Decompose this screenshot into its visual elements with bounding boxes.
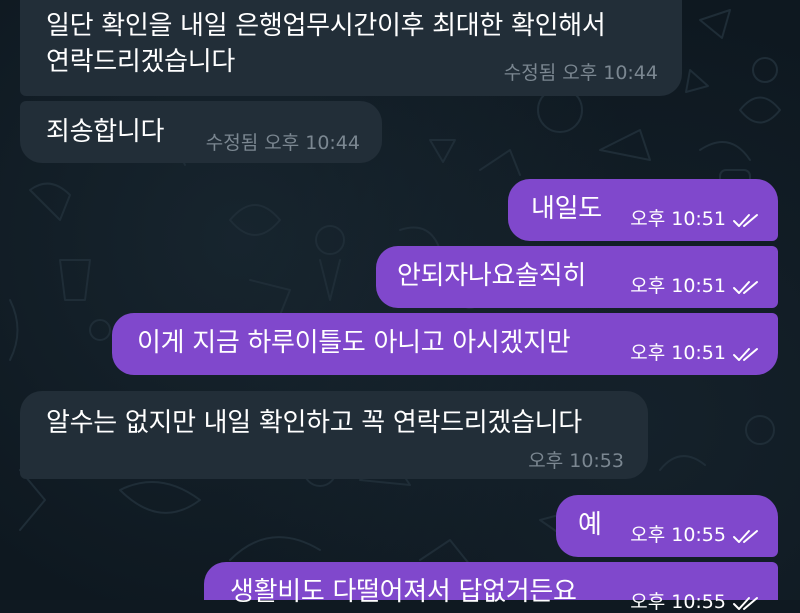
double-check-icon	[733, 280, 758, 294]
message-bubble-incoming[interactable]: 알수는 없지만 내일 확인하고 꼭 연락드리겠습니다 오후 10:53	[20, 391, 648, 479]
message-text: 연락드리겠습니다	[46, 47, 235, 77]
message-time: 오후 10:44	[562, 62, 658, 84]
message-bubble-outgoing[interactable]: 이게 지금 하루이틀도 아니고 아시겠지만 오후 10:51	[112, 313, 778, 375]
message-bubble-outgoing[interactable]: 생활비도 다떨어져서 답없거든요 오후 10:55	[204, 562, 778, 613]
message-text: 생활비도 다떨어져서 답없거든요	[230, 577, 577, 607]
message-meta: 수정됨 오후 10:44	[206, 132, 360, 154]
double-check-icon	[733, 596, 758, 610]
edited-label: 수정됨	[503, 62, 557, 84]
edited-label: 수정됨	[205, 132, 259, 154]
message-bubble-incoming[interactable]: 죄송합니다 수정됨 오후 10:44	[20, 101, 382, 163]
message-bubble-outgoing[interactable]: 내일도 오후 10:51	[508, 179, 778, 241]
message-text: 안되자나요솔직히	[397, 261, 586, 291]
message-time: 오후 10:55	[630, 524, 726, 546]
double-check-icon	[733, 529, 758, 543]
message-meta: 오후 10:55	[630, 591, 764, 613]
message-meta: 오후 10:51	[630, 342, 764, 364]
message-time: 오후 10:51	[630, 342, 726, 364]
message-meta: 수정됨 오후 10:44	[504, 62, 658, 84]
message-bubble-incoming[interactable]: 일단 확인을 내일 은행업무시간이후 최대한 확인해서 연락드리겠습니다 수정됨…	[20, 0, 682, 96]
message-list[interactable]: 일단 확인을 내일 은행업무시간이후 최대한 확인해서 연락드리겠습니다 수정됨…	[0, 0, 800, 613]
message-text: 일단 확인을 내일 은행업무시간이후 최대한 확인해서	[46, 11, 606, 41]
message-bubble-outgoing[interactable]: 예 오후 10:55	[556, 495, 778, 557]
message-meta: 오후 10:51	[630, 208, 764, 230]
message-meta: 오후 10:55	[630, 524, 764, 546]
message-text: 내일도	[531, 194, 602, 224]
message-meta: 오후 10:53	[528, 450, 624, 472]
double-check-icon	[733, 347, 758, 361]
message-time: 오후 10:51	[630, 208, 726, 230]
message-text: 이게 지금 하루이틀도 아니고 아시겠지만	[137, 328, 571, 358]
message-bubble-outgoing[interactable]: 안되자나요솔직히 오후 10:51	[376, 246, 778, 308]
message-time: 오후 10:44	[264, 132, 360, 154]
message-time: 오후 10:55	[630, 591, 726, 613]
message-time: 오후 10:53	[528, 450, 624, 472]
message-text: 알수는 없지만 내일 확인하고 꼭 연락드리겠습니다	[46, 408, 582, 438]
message-meta: 오후 10:51	[630, 275, 764, 297]
message-text: 예	[578, 510, 602, 540]
message-time: 오후 10:51	[630, 275, 726, 297]
message-text: 죄송합니다	[46, 117, 165, 147]
double-check-icon	[733, 213, 758, 227]
